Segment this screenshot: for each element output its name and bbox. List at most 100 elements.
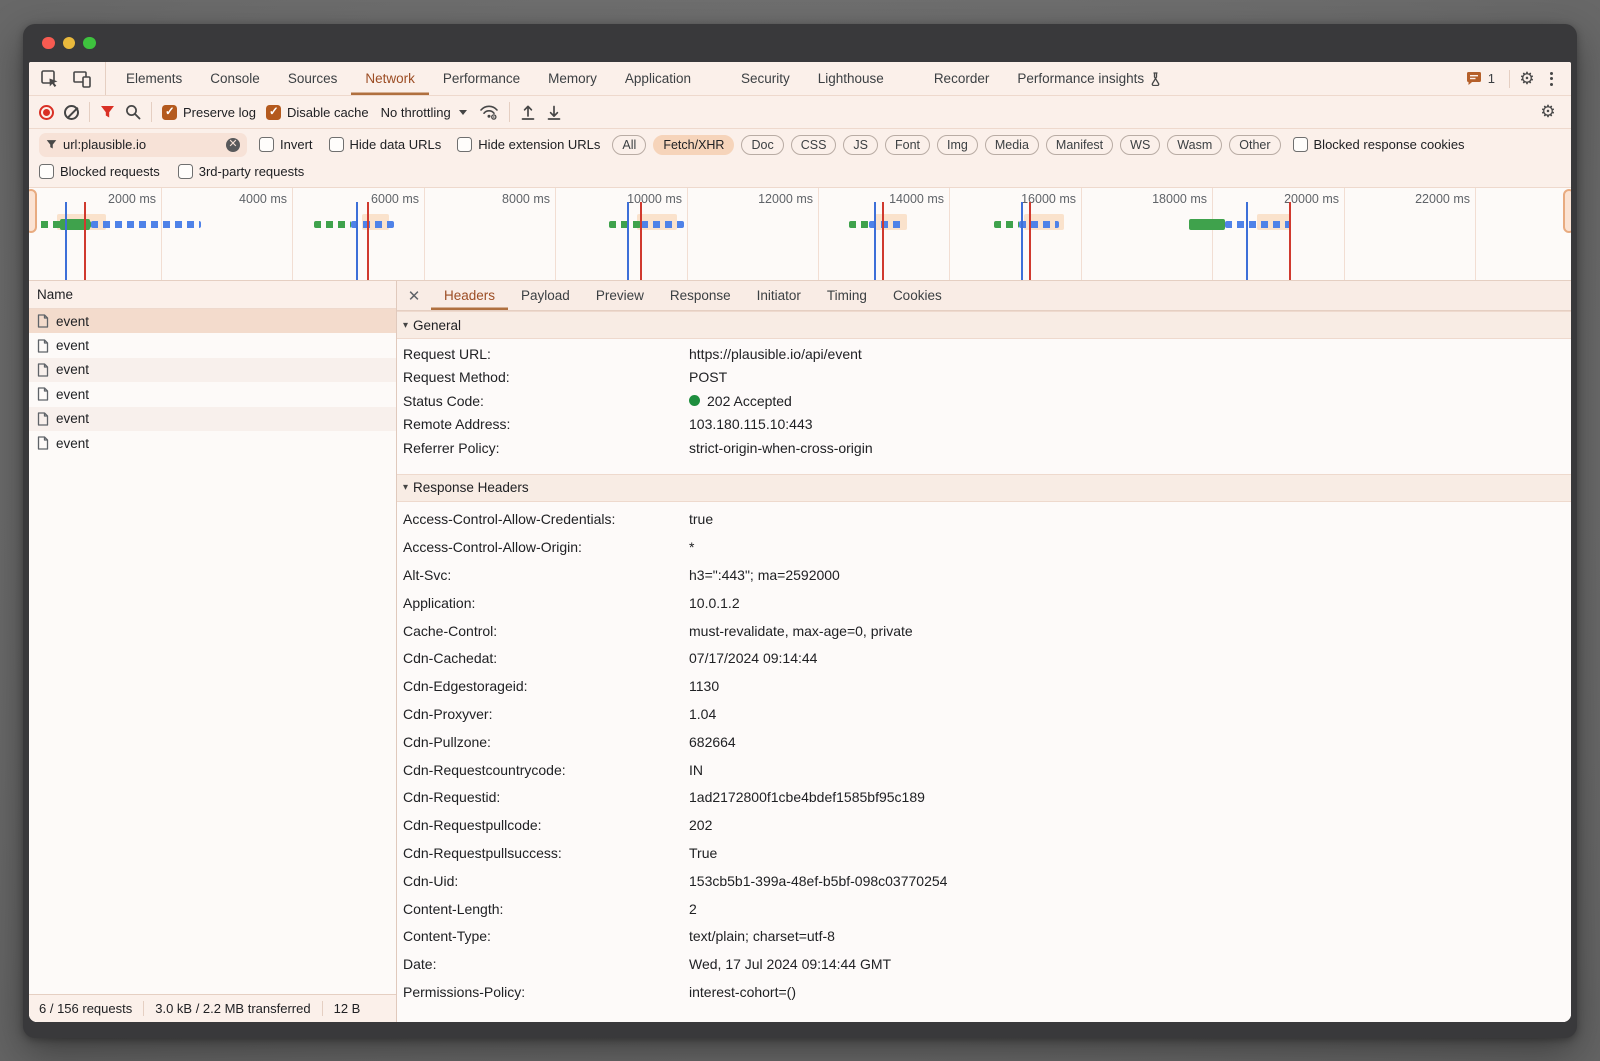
request-type-pill[interactable]: Other xyxy=(1229,135,1280,155)
header-value: 1.04 xyxy=(689,706,716,722)
header-value: 682664 xyxy=(689,734,736,750)
name-column-header[interactable]: Name xyxy=(29,281,396,309)
devtools-tabs: Elements Console Sources xyxy=(112,62,1177,95)
close-details-icon[interactable]: ✕ xyxy=(397,287,431,305)
checkbox-box xyxy=(1293,137,1308,152)
issues-button[interactable]: 1 xyxy=(1456,71,1505,86)
filter-checkbox[interactable]: Hide data URLs xyxy=(329,137,442,152)
divider xyxy=(1509,70,1510,88)
checkbox-box xyxy=(259,137,274,152)
request-type-pill[interactable]: Fetch/XHR xyxy=(653,135,734,155)
details-tab[interactable]: Payload xyxy=(508,281,583,310)
devtools-tab[interactable]: Recorder xyxy=(920,62,1004,95)
devtools-tab[interactable]: Security xyxy=(727,62,804,95)
header-row: Cdn-Requestpullcode: 202 xyxy=(397,811,1571,839)
request-type-pill[interactable]: All xyxy=(612,135,646,155)
network-conditions-icon[interactable] xyxy=(479,104,499,121)
filter-checkboxes: Invert Hide data URLs Hide extension URL… xyxy=(259,137,600,152)
devtools-tab[interactable]: Sources xyxy=(274,62,352,95)
settings-gear-icon[interactable]: ⚙ xyxy=(1514,69,1540,89)
response-headers-section: ▾ Response Headers Access-Control-Allow-… xyxy=(397,474,1571,1006)
file-icon xyxy=(37,314,49,328)
window-close-button[interactable] xyxy=(42,37,55,50)
filter-checkbox[interactable]: Hide extension URLs xyxy=(457,137,600,152)
request-type-pill[interactable]: WS xyxy=(1120,135,1160,155)
import-har-icon[interactable] xyxy=(520,104,536,121)
header-name: Access-Control-Allow-Origin: xyxy=(397,539,689,555)
beaker-icon xyxy=(1150,72,1163,86)
inspect-element-icon[interactable] xyxy=(39,68,61,90)
filter-input[interactable]: url:plausible.io ✕ xyxy=(39,133,247,157)
general-section-header[interactable]: ▾ General xyxy=(397,311,1571,339)
request-row[interactable]: event xyxy=(29,431,396,455)
devtools-tab[interactable]: Lighthouse xyxy=(804,62,898,95)
request-row[interactable]: event xyxy=(29,309,396,333)
details-tab[interactable]: Timing xyxy=(814,281,880,310)
header-name: Access-Control-Allow-Credentials: xyxy=(397,511,689,527)
request-type-pill[interactable]: Doc xyxy=(741,135,783,155)
disable-cache-checkbox[interactable]: Disable cache xyxy=(266,105,369,120)
request-type-pills: All Fetch/XHR Doc CSS JS Font Img Media Manifest… xyxy=(612,135,1280,155)
header-value: 103.180.115.10:443 xyxy=(689,416,813,432)
header-value: text/plain; charset=utf-8 xyxy=(689,928,835,944)
devtools-tab[interactable]: Network xyxy=(351,62,429,95)
devtools-tab[interactable]: Console xyxy=(196,62,274,95)
response-headers-section-header[interactable]: ▾ Response Headers xyxy=(397,474,1571,502)
search-icon[interactable] xyxy=(125,104,141,120)
section-title: Response Headers xyxy=(413,480,529,495)
request-type-pill[interactable]: CSS xyxy=(791,135,837,155)
blocked-response-cookies-checkbox[interactable]: Blocked response cookies xyxy=(1293,137,1465,152)
clear-network-log-button[interactable] xyxy=(64,105,79,120)
request-row[interactable]: event xyxy=(29,358,396,382)
devtools-tab[interactable]: Application xyxy=(611,62,705,95)
network-settings-gear-icon[interactable]: ⚙ xyxy=(1535,102,1561,122)
filter-funnel-icon[interactable] xyxy=(100,105,115,119)
details-tab[interactable]: Cookies xyxy=(880,281,955,310)
header-value: 10.0.1.2 xyxy=(689,595,740,611)
general-rows: Request URL: https://plausible.io/api/ev… xyxy=(397,339,1571,460)
device-toolbar-icon[interactable] xyxy=(71,68,93,90)
network-overview-timeline[interactable]: 2000 ms 4000 ms 6000 ms 8000 ms 10000 ms… xyxy=(29,188,1571,281)
preserve-log-checkbox[interactable]: Preserve log xyxy=(162,105,256,120)
request-type-pill[interactable]: Manifest xyxy=(1046,135,1113,155)
details-tab[interactable]: Initiator xyxy=(744,281,814,310)
request-row[interactable]: event xyxy=(29,333,396,357)
network-status-bar: 6 / 156 requests3.0 kB / 2.2 MB transfer… xyxy=(29,994,396,1022)
devtools-panel: Elements Console Sources xyxy=(29,62,1571,1022)
details-tab[interactable]: Response xyxy=(657,281,744,310)
request-type-pill[interactable]: JS xyxy=(843,135,878,155)
devtools-tab[interactable]: Performance insights xyxy=(1003,62,1177,95)
header-name: Content-Type: xyxy=(397,928,689,944)
throttling-select[interactable]: No throttling xyxy=(379,105,469,120)
file-icon xyxy=(37,436,49,450)
details-tab[interactable]: Headers xyxy=(431,281,508,310)
header-row: Cache-Control: must-revalidate, max-age=… xyxy=(397,617,1571,645)
filter-checkbox[interactable]: Blocked requests xyxy=(39,164,160,179)
devtools-tab[interactable]: Elements xyxy=(112,62,196,95)
header-row: Date: Wed, 17 Jul 2024 09:14:44 GMT xyxy=(397,950,1571,978)
filter-checkbox[interactable]: 3rd-party requests xyxy=(178,164,305,179)
devtools-tab[interactable]: Performance xyxy=(429,62,534,95)
window-zoom-button[interactable] xyxy=(83,37,96,50)
request-type-pill[interactable]: Font xyxy=(885,135,930,155)
overview-left-handle[interactable] xyxy=(29,189,37,233)
header-row: Content-Type: text/plain; charset=utf-8 xyxy=(397,922,1571,950)
header-name: Cdn-Requestcountrycode: xyxy=(397,762,689,778)
request-row[interactable]: event xyxy=(29,382,396,406)
request-type-pill[interactable]: Media xyxy=(985,135,1039,155)
request-details-panel: ✕ HeadersPayloadPreviewResponseInitiator… xyxy=(397,281,1571,1022)
request-row[interactable]: event xyxy=(29,407,396,431)
details-tab[interactable]: Preview xyxy=(583,281,657,310)
devtools-tab[interactable]: Memory xyxy=(534,62,611,95)
filter-checkbox[interactable]: Invert xyxy=(259,137,313,152)
more-options-kebab-icon[interactable] xyxy=(1540,72,1563,86)
clear-filter-icon[interactable]: ✕ xyxy=(226,138,240,152)
overview-right-handle[interactable] xyxy=(1563,189,1571,233)
file-icon xyxy=(37,363,49,377)
request-type-pill[interactable]: Wasm xyxy=(1167,135,1222,155)
window-minimize-button[interactable] xyxy=(63,37,76,50)
export-har-icon[interactable] xyxy=(546,104,562,121)
request-name: event xyxy=(56,362,89,377)
request-type-pill[interactable]: Img xyxy=(937,135,978,155)
record-network-log-button[interactable] xyxy=(39,105,54,120)
